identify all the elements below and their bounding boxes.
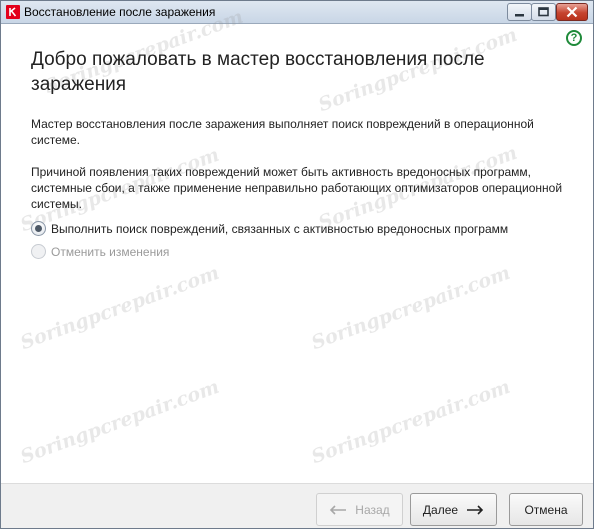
radio-button-selected[interactable] bbox=[31, 221, 46, 236]
maximize-button[interactable] bbox=[531, 3, 556, 21]
window-title: Восстановление после заражения bbox=[24, 5, 216, 19]
minimize-icon bbox=[515, 14, 524, 17]
close-icon bbox=[566, 6, 578, 18]
cancel-button[interactable]: Отмена bbox=[509, 493, 583, 526]
watermark-text: Soringpcrepair.com bbox=[17, 375, 223, 469]
watermark-text: Soringpcrepair.com bbox=[308, 261, 514, 355]
option-label: Выполнить поиск повреждений, связанных с… bbox=[51, 222, 509, 236]
kaspersky-logo-icon bbox=[6, 5, 20, 19]
watermark-text: Soringpcrepair.com bbox=[17, 261, 223, 355]
close-button[interactable] bbox=[556, 3, 588, 21]
wizard-footer: Назад Далее Отмена bbox=[1, 483, 593, 528]
radio-button-disabled bbox=[31, 244, 46, 259]
title-bar[interactable]: Восстановление после заражения bbox=[1, 1, 593, 24]
description-paragraph: Причиной появления таких повреждений мож… bbox=[31, 165, 563, 211]
recovery-wizard-window: Восстановление после заражения Soringpcr… bbox=[0, 0, 594, 529]
minimize-button[interactable] bbox=[507, 3, 532, 21]
back-button-label: Назад bbox=[355, 502, 390, 517]
description-paragraph: Мастер восстановления после заражения вы… bbox=[31, 117, 534, 147]
option-label: Отменить изменения bbox=[51, 245, 170, 259]
next-button-label: Далее bbox=[422, 502, 459, 517]
next-button[interactable]: Далее bbox=[410, 493, 497, 526]
back-button: Назад bbox=[316, 493, 403, 526]
help-icon[interactable]: ? bbox=[566, 30, 582, 46]
maximize-icon bbox=[538, 7, 549, 17]
cancel-button-label: Отмена bbox=[524, 502, 568, 517]
watermark-text: Soringpcrepair.com bbox=[308, 375, 514, 469]
page-title: Добро пожаловать в мастер восстановления… bbox=[31, 49, 485, 95]
arrow-right-icon bbox=[466, 504, 484, 515]
arrow-left-icon bbox=[329, 504, 347, 515]
